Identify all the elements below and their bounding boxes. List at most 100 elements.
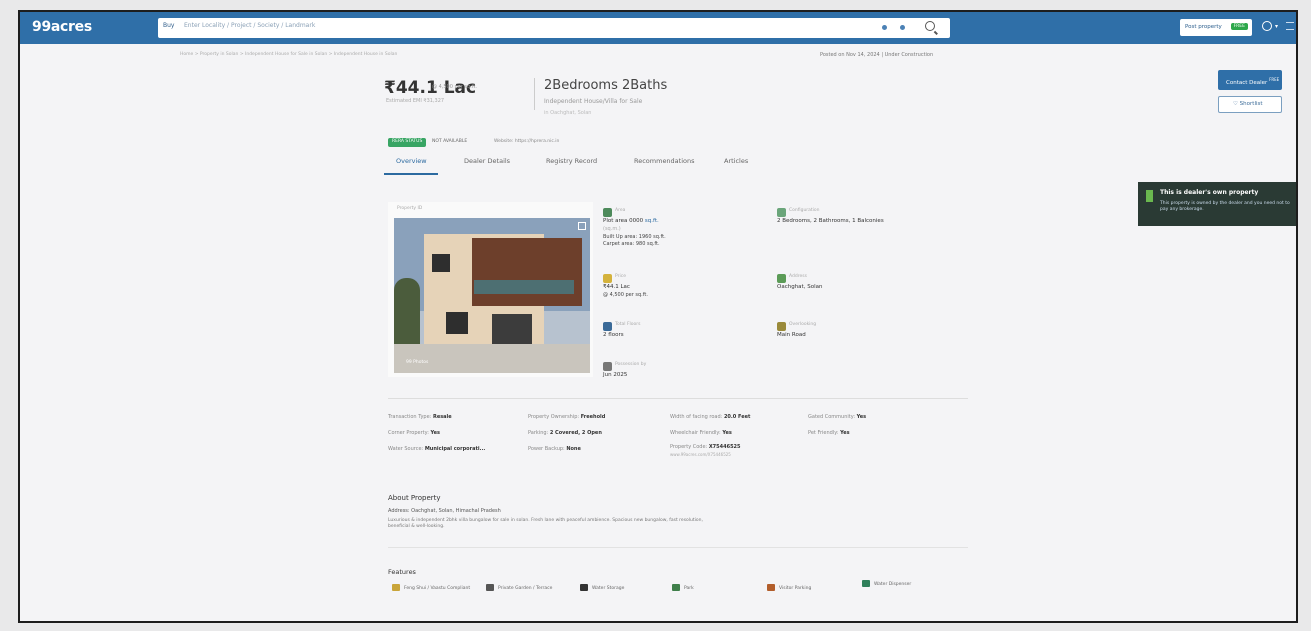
post-property-button[interactable]: Post property FREE (1180, 19, 1252, 36)
posted-info: Posted on Nov 14, 2024 | Under Construct… (820, 52, 934, 58)
breadcrumb[interactable]: Home > Property in Solan > Independent H… (180, 52, 397, 57)
spec-price-label: Price (615, 274, 626, 279)
spec-area: Area Plot area 0000 sq.ft. (sq.m.) Built… (603, 208, 753, 258)
contact-free-badge: FREE (1269, 77, 1280, 82)
spec-address-label: Address (789, 274, 807, 279)
photo-count-badge[interactable]: 99 Photos (406, 360, 428, 365)
active-tab-indicator (384, 173, 438, 175)
spec-address-value: Oachghat, Solan (777, 284, 823, 290)
calendar-icon (603, 362, 612, 371)
emi-estimate[interactable]: Estimated EMI ₹31,327 (386, 98, 444, 104)
spec-configuration: Configuration 2 Bedrooms, 2 Bathrooms, 1… (777, 208, 947, 232)
price-per-sqft: @ 4,500 per sq.ft. (432, 84, 477, 90)
user-icon[interactable] (1262, 21, 1272, 31)
spec-overlooking: Overlooking Main Road (777, 322, 927, 346)
feature-item: Water Dispenser (862, 580, 911, 587)
fact-ownership: Property Ownership: Freehold (528, 414, 606, 420)
spec-price-value: ₹44.1 Lac (603, 284, 630, 290)
feature-item: Park (672, 584, 694, 591)
compass-icon (392, 584, 400, 591)
spec-floors-label: Total Floors (615, 322, 641, 327)
fact-power-backup: Power Backup: None (528, 446, 581, 452)
listing-subtitle: Independent House/Villa for Sale (544, 98, 643, 105)
mic-icon[interactable] (900, 25, 905, 30)
contact-dealer-button[interactable]: Contact Dealer FREE (1218, 70, 1282, 90)
area-unit-dropdown[interactable]: sq.ft. (645, 218, 659, 224)
fact-parking: Parking: 2 Covered, 2 Open (528, 430, 602, 436)
spec-price: Price ₹44.1 Lac @ 4,500 per sq.ft. (603, 274, 753, 304)
fact-property-code: Property Code: X75446525 (670, 444, 741, 450)
fact-pet: Pet Friendly: Yes (808, 430, 850, 436)
chevron-down-icon[interactable]: ▾ (1275, 23, 1278, 30)
tab-recommendations[interactable]: Recommendations (634, 157, 695, 165)
feature-item: Private Garden / Terrace (486, 584, 556, 592)
post-property-label: Post property (1185, 24, 1222, 30)
rera-availability: NOT AVAILABLE (432, 139, 468, 144)
garden-icon (486, 584, 494, 591)
listing-title: 2Bedrooms 2Baths (544, 78, 668, 93)
feature-item: Visitor Parking (767, 584, 811, 591)
notice-text: This property is owned by the dealer and… (1160, 201, 1290, 212)
site-logo[interactable]: 99acres (32, 19, 92, 35)
free-badge: FREE (1230, 23, 1248, 30)
rera-note[interactable]: Website: https://hprera.nic.in (494, 139, 559, 144)
car-icon (767, 584, 775, 591)
spec-area-plot: Plot area 0000 (603, 218, 644, 224)
price-tag-icon (603, 274, 612, 283)
search-mode-dropdown[interactable]: Buy (163, 22, 174, 29)
tab-dealer-details[interactable]: Dealer Details (464, 157, 510, 165)
spec-price-sub: @ 4,500 per sq.ft. (603, 292, 648, 298)
bed-icon (777, 208, 786, 217)
spec-floors-value: 2 floors (603, 332, 624, 338)
feature-item: Water Storage (580, 584, 624, 591)
water-tank-icon (580, 584, 588, 591)
search-icon[interactable] (925, 21, 935, 31)
spec-built-area: Built Up area: 1960 sq.ft. (603, 234, 666, 240)
fact-water-source: Water Source: Municipal corporati... (388, 446, 486, 452)
top-navigation-bar: 99acres Buy Enter Locality / Project / S… (20, 12, 1296, 44)
bookmark-icon (1146, 190, 1153, 202)
spec-overlooking-value: Main Road (777, 332, 806, 338)
menu-icon[interactable] (1286, 22, 1294, 30)
spec-possession-value: Jun 2025 (603, 372, 628, 378)
property-facts: Transaction Type: Resale Property Owners… (388, 414, 968, 462)
location-pin-icon (777, 274, 786, 283)
property-id-label: Property ID (397, 206, 423, 211)
fact-corner: Corner Property: Yes (388, 430, 441, 436)
notice-title: This is dealer's own property (1160, 189, 1259, 196)
spec-floors: Total Floors 2 floors (603, 322, 753, 346)
contact-dealer-label: Contact Dealer (1226, 79, 1268, 86)
listing-location: in Oachghat, Solan (544, 110, 592, 116)
property-code-link[interactable]: www.99acres.com/X75446525 (670, 452, 731, 457)
spec-configuration-value: 2 Bedrooms, 2 Bathrooms, 1 Balconies (777, 218, 884, 224)
dispenser-icon (862, 580, 870, 587)
spec-area-sub: (sq.m.) (603, 226, 621, 232)
expand-icon[interactable] (578, 222, 586, 230)
spec-address: Address Oachghat, Solan (777, 274, 927, 298)
fact-road-width: Width of facing road: 20.0 Feet (670, 414, 751, 420)
fact-gated: Gated Community: Yes (808, 414, 867, 420)
location-icon[interactable] (882, 25, 887, 30)
spec-carpet-area: Carpet area: 980 sq.ft. (603, 241, 660, 247)
tab-overview[interactable]: Overview (396, 157, 427, 165)
shortlist-button[interactable]: ♡ Shortlist (1218, 96, 1282, 113)
section-divider (388, 398, 968, 399)
features-heading: Features (388, 568, 416, 576)
property-photo[interactable]: 99 Photos (394, 218, 590, 373)
spec-possession: Possession by Jun 2025 (603, 362, 753, 386)
section-divider (388, 547, 968, 548)
fact-transaction: Transaction Type: Resale (388, 414, 452, 420)
window-icon (777, 322, 786, 331)
spec-overlooking-label: Overlooking (789, 322, 817, 327)
about-property-heading: About Property (388, 494, 441, 502)
tab-registry-record[interactable]: Registry Record (546, 157, 597, 165)
area-icon (603, 208, 612, 217)
spec-area-label: Area (615, 208, 626, 213)
rera-status-badge[interactable]: RERA STATUS (388, 138, 427, 147)
search-input[interactable]: Enter Locality / Project / Society / Lan… (184, 22, 315, 29)
search-bar[interactable]: Buy Enter Locality / Project / Society /… (158, 18, 950, 38)
spec-possession-label: Possession by (615, 362, 647, 367)
about-property-address: Address: Oachghat, Solan, Himachal Prade… (388, 508, 501, 514)
tab-articles[interactable]: Articles (724, 157, 748, 165)
fact-wheelchair: Wheelchair Friendly: Yes (670, 430, 732, 436)
